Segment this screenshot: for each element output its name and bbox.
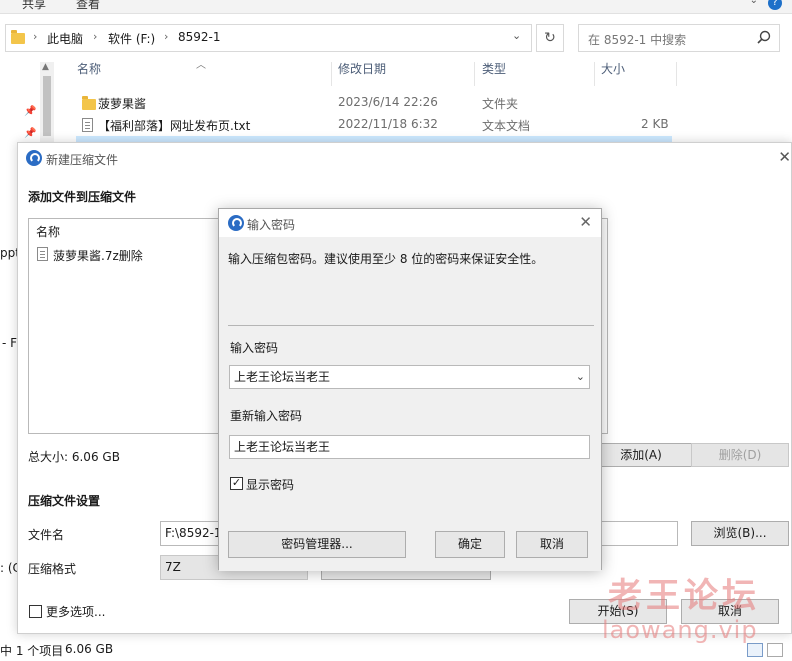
nav-fragment: - F [2,336,18,350]
file-modified: 2022/11/18 6:32 [338,117,438,131]
column-divider[interactable] [331,62,332,86]
file-name: 【福利部落】网址发布页.txt [98,119,251,133]
column-divider[interactable] [676,62,677,86]
chevron-down-icon[interactable]: ⌄ [576,366,585,388]
nav-scrollbar[interactable]: ▲ [40,62,54,142]
breadcrumb-separator-icon: › [93,30,98,43]
password-label: 输入密码 [230,341,279,355]
ribbon-tab-share[interactable]: 共享 [22,0,46,12]
breadcrumb-separator-icon: › [33,30,38,43]
pin-icon: 📌 [24,128,37,139]
file-type: 文本文档 [482,119,531,133]
close-icon[interactable]: ✕ [579,213,592,231]
confirm-password-label: 重新输入密码 [230,409,303,423]
file-icon [37,247,48,261]
cancel-button[interactable]: 取消 [681,599,779,624]
password-dialog: 输入密码 ✕ 输入压缩包密码。建议使用至少 8 位的密码来保证安全性。 输入密码… [218,208,602,571]
dialog-body: 输入压缩包密码。建议使用至少 8 位的密码来保证安全性。 输入密码 上老王论坛当… [219,237,601,571]
refresh-button[interactable]: ↻ [536,24,564,52]
app-icon [228,215,244,231]
details-view-icon[interactable] [747,643,763,657]
password-input[interactable]: 上老王论坛当老王 ⌄ [229,365,590,389]
section-add-files: 添加文件到压缩文件 [28,190,137,204]
address-dropdown-icon[interactable]: ⌄ [512,29,521,42]
divider [228,325,594,326]
ribbon: 共享 查看 ⌄ ? [0,0,792,14]
total-size: 总大小: 6.06 GB [28,450,120,464]
sort-ascending-icon: ︿ [196,60,206,71]
close-icon[interactable]: ✕ [778,148,791,166]
search-placeholder: 在 8592-1 中搜索 [588,33,687,47]
start-button[interactable]: 开始(S) [569,599,667,624]
more-options-label[interactable]: 更多选项... [46,603,105,620]
folder-icon [11,30,25,44]
large-icons-view-icon[interactable] [767,643,783,657]
folder-icon [82,96,96,110]
app-icon [26,150,42,166]
text-file-icon [82,118,93,132]
search-icon [757,30,771,44]
file-row[interactable]: 菠萝果酱 2023/6/14 22:26 文件夹 [76,92,672,114]
scroll-thumb[interactable] [43,76,51,136]
column-header-modified[interactable]: 修改日期 [338,60,386,86]
password-manager-button[interactable]: 密码管理器... [228,531,406,558]
delete-button[interactable]: 删除(D) [691,443,789,467]
breadcrumb-drive[interactable]: 软件 (F:) [108,30,155,47]
list-header-name[interactable]: 名称 [36,223,60,240]
file-name: 菠萝果酱 [98,97,147,111]
password-value: 上老王论坛当老王 [234,370,331,384]
ribbon-expand-icon[interactable]: ⌄ [750,0,758,6]
status-item-count: 中 1 个项目 [0,644,64,658]
dialog-title: 新建压缩文件 [46,153,119,167]
column-header-name[interactable]: 名称 [77,60,101,86]
show-password-label[interactable]: 显示密码 [246,476,294,493]
dialog-titlebar: 输入密码 ✕ [219,209,601,237]
file-row[interactable]: 【福利部落】网址发布页.txt 2022/11/18 6:32 文本文档 2 K… [76,114,672,136]
breadcrumb-this-pc[interactable]: 此电脑 [47,30,83,47]
refresh-icon: ↻ [544,30,556,46]
column-divider[interactable] [594,62,595,86]
instruction-text: 输入压缩包密码。建议使用至少 8 位的密码来保证安全性。 [228,252,544,266]
filename-label: 文件名 [28,528,65,542]
column-header-size[interactable]: 大小 [601,60,625,86]
cancel-button[interactable]: 取消 [516,531,588,558]
help-icon[interactable]: ? [768,0,782,10]
file-size: 2 KB [641,117,669,131]
status-bar: 中 1 个项目 6.06 GB [0,640,792,661]
breadcrumb-separator-icon: › [164,30,169,43]
add-button[interactable]: 添加(A) [590,443,692,467]
status-size: 6.06 GB [65,642,114,656]
show-password-checkbox[interactable]: ✓ [230,477,243,490]
scroll-up-icon[interactable]: ▲ [42,62,49,72]
file-type: 文件夹 [482,97,519,111]
dialog-title: 输入密码 [247,218,296,232]
list-item[interactable]: 菠萝果酱.7z删除 [53,247,143,264]
section-archive-settings: 压缩文件设置 [28,494,101,508]
column-header-type[interactable]: 类型 [482,60,506,86]
pin-icon: 📌 [24,106,37,117]
search-box[interactable]: 在 8592-1 中搜索 [578,24,780,52]
breadcrumb-folder[interactable]: 8592-1 [178,30,221,44]
confirm-password-input[interactable]: 上老王论坛当老王 [229,435,590,459]
file-modified: 2023/6/14 22:26 [338,95,438,109]
ok-button[interactable]: 确定 [435,531,505,558]
browse-button[interactable]: 浏览(B)... [691,521,789,546]
format-label: 压缩格式 [28,562,77,576]
more-options-checkbox[interactable] [29,605,42,618]
ribbon-tab-view[interactable]: 查看 [76,0,100,12]
address-bar[interactable] [5,24,532,52]
column-divider[interactable] [474,62,475,86]
